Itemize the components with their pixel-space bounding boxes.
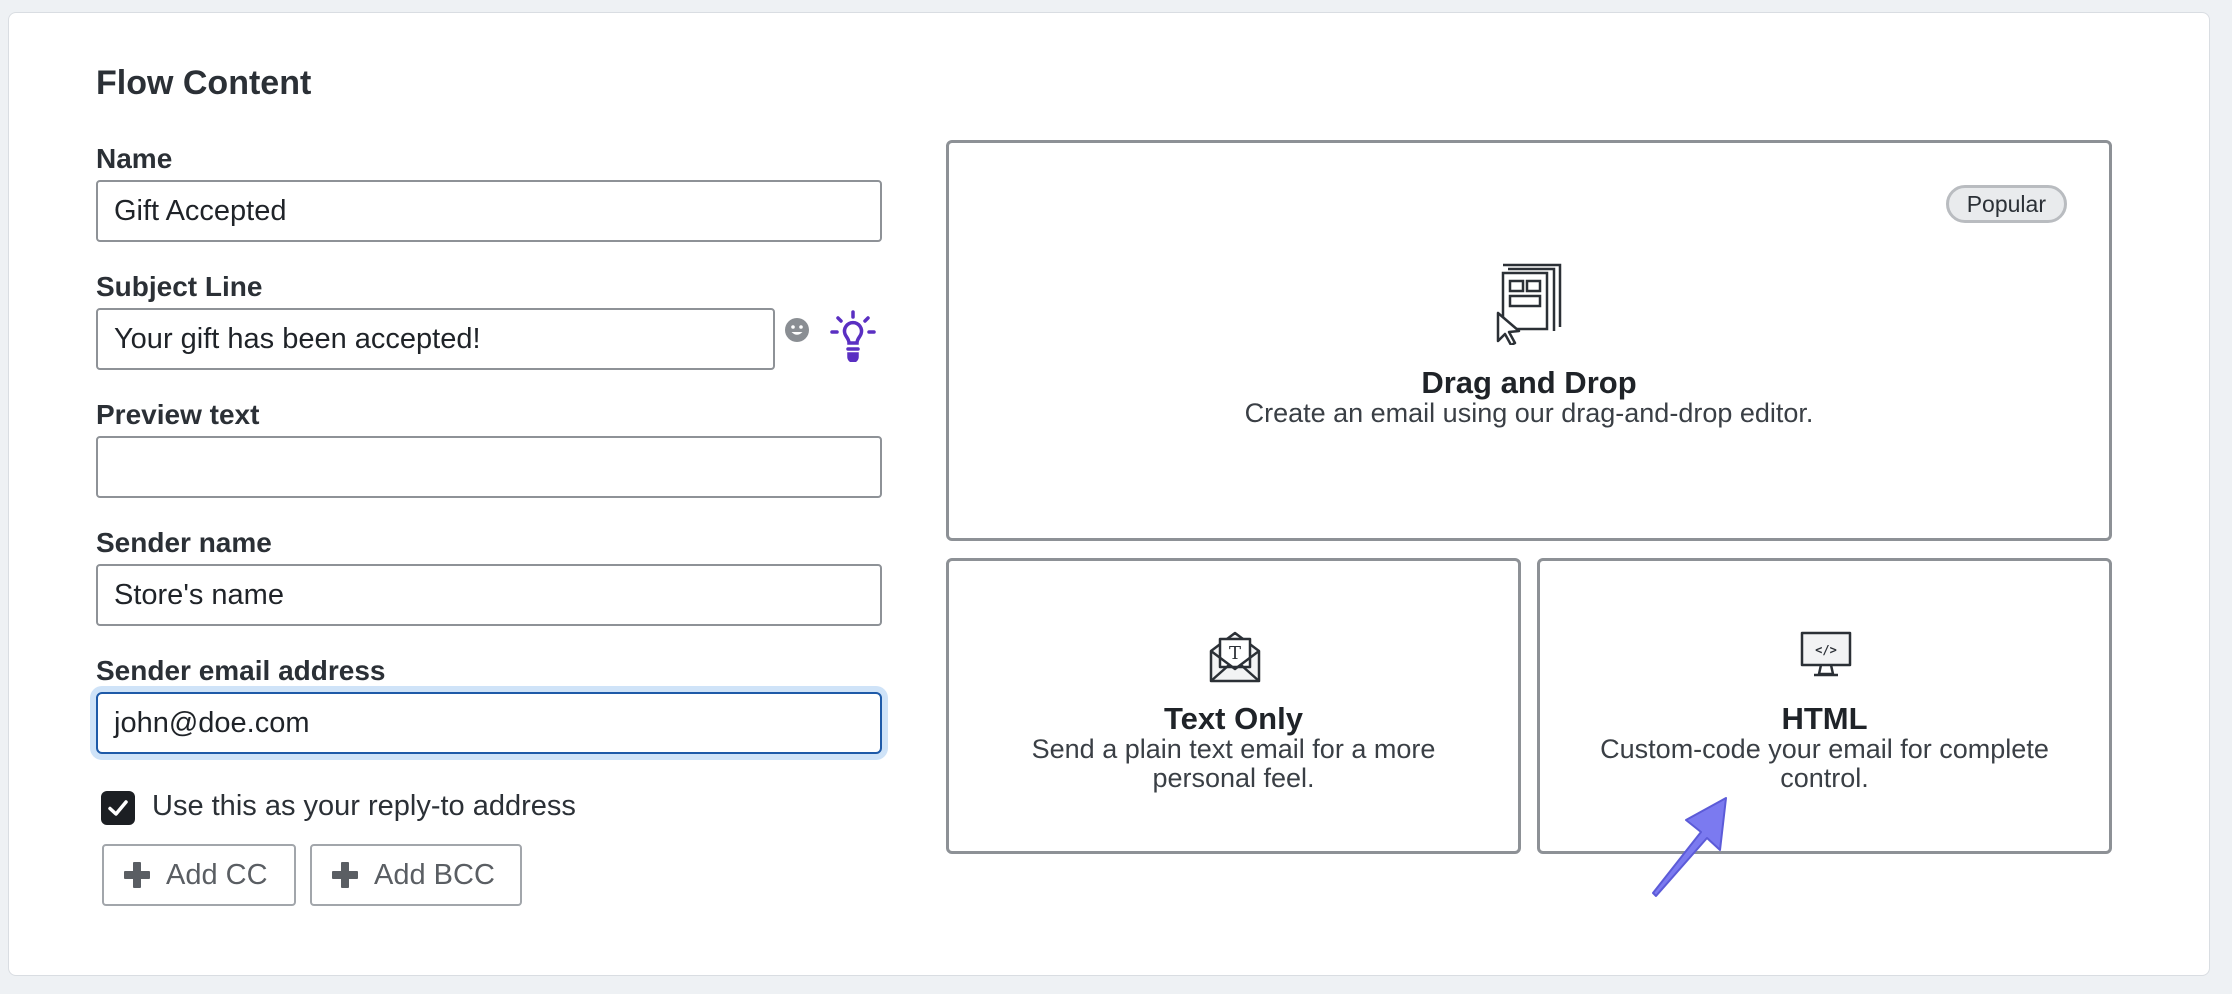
drag-and-drop-description: Create an email using our drag-and-drop … [1244,398,1814,428]
html-card[interactable]: </> HTML Custom-code your email for comp… [1537,558,2112,854]
code-monitor-icon: </> [1800,631,1852,677]
plus-icon [332,862,358,888]
svg-text:</>: </> [1815,643,1837,657]
add-bcc-label: Add BCC [374,858,495,891]
text-only-title: Text Only [1164,701,1303,736]
drag-and-drop-icon [1496,263,1562,345]
popular-badge: Popular [1945,185,2067,223]
text-only-card[interactable]: T Text Only Send a plain text email for … [946,558,1521,854]
add-cc-button[interactable]: Add CC [102,844,296,906]
sender-email-field[interactable]: john@doe.com [96,692,882,754]
lightbulb-icon[interactable] [830,310,876,362]
add-cc-label: Add CC [166,858,268,891]
pointer-arrow-icon [1652,797,1727,897]
sender-email-label: Sender email address [96,655,386,686]
drag-and-drop-card[interactable]: Popular Drag and Drop Create an email us… [946,140,2112,541]
html-description: Custom-code your email for complete cont… [1600,734,2049,793]
section-title: Flow Content [96,64,312,102]
name-field[interactable]: Gift Accepted [96,180,882,242]
subject-label: Subject Line [96,271,263,302]
preview-label: Preview text [96,399,260,430]
text-only-description: Send a plain text email for a more perso… [1031,734,1436,793]
sender-name-field[interactable]: Store's name [96,564,882,626]
envelope-text-icon: T [1209,631,1261,683]
html-title: HTML [1781,701,1868,736]
subject-field[interactable]: Your gift has been accepted! [96,308,775,370]
svg-text:T: T [1229,643,1241,664]
preview-text-field[interactable] [96,436,882,498]
reply-to-checkbox[interactable] [101,791,135,825]
checkmark-icon [108,800,128,816]
plus-icon [124,862,150,888]
sender-name-label: Sender name [96,527,272,558]
drag-and-drop-title: Drag and Drop [1421,365,1637,400]
name-label: Name [96,143,173,174]
reply-to-label[interactable]: Use this as your reply-to address [152,790,576,823]
smiley-face-icon[interactable] [784,317,810,343]
add-bcc-button[interactable]: Add BCC [310,844,522,906]
